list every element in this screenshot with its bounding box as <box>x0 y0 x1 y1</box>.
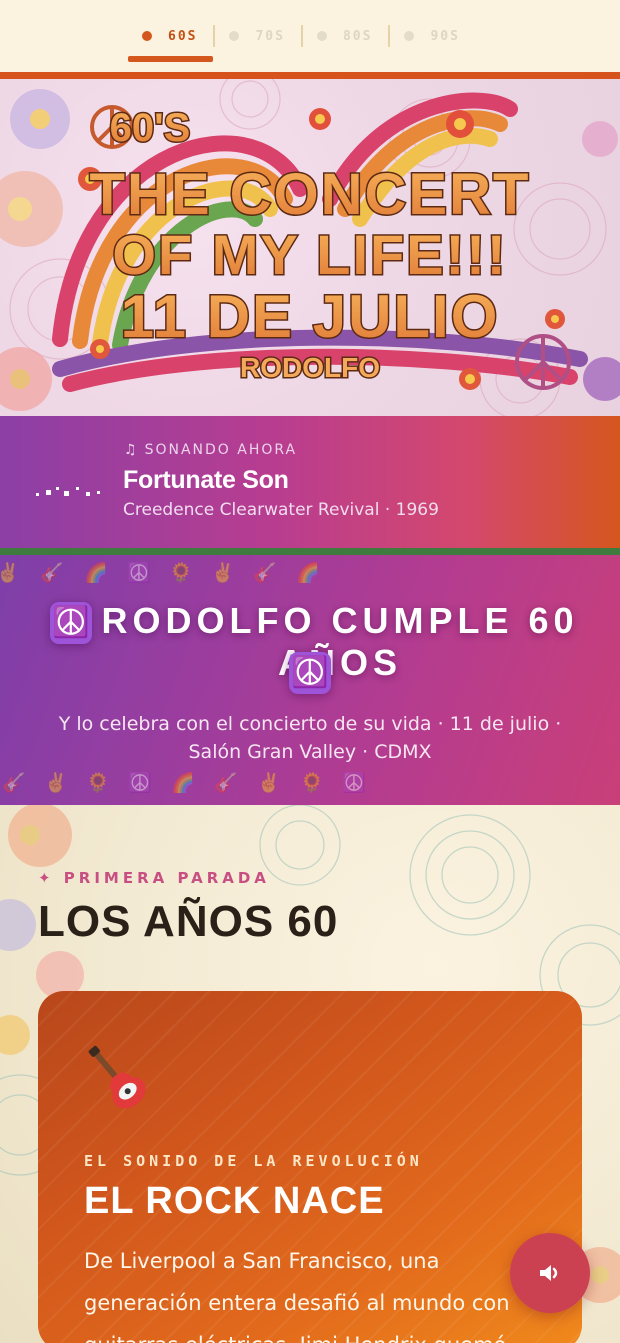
speaker-icon <box>540 1265 558 1281</box>
tab-90s[interactable]: 90S <box>390 24 475 48</box>
rainbow-icon: 🌈 <box>296 562 320 584</box>
dot-icon <box>229 31 240 41</box>
section-title: LOS AÑOS 60 <box>38 897 339 946</box>
active-dot-icon <box>142 31 152 41</box>
card-body-text: De Liverpool a San Francisco, una genera… <box>84 1249 510 1343</box>
hero-artwork: 60'S THE CONCERT OF MY LIFE!!! 11 DE JUL… <box>0 79 620 416</box>
tab-80s[interactable]: 80S <box>303 24 388 48</box>
decade-nav: 60S 70S 80S 90S <box>0 0 620 72</box>
guitar-icon: 🎸 <box>214 772 238 794</box>
subtitle-line-2: Salón Gran Valley · CDMX <box>188 741 432 763</box>
emoji-pattern-top: ✌️ 🎸 🌈 ☮️ 🌻 ✌️ 🎸 🌈 <box>0 561 620 591</box>
dot-icon <box>316 31 327 41</box>
song-title: Fortunate Son <box>123 466 289 494</box>
emoji-pattern-bottom: 🎸 ✌️ 🌻 ☮️ 🌈 🎸 ✌️ 🌻 ☮️ <box>0 771 620 801</box>
guitar-icon: 🎸 <box>40 562 64 584</box>
hero-poster: 60'S THE CONCERT OF MY LIFE!!! 11 DE JUL… <box>0 79 620 416</box>
tab-70s[interactable]: 70S <box>215 24 300 48</box>
birthday-subtitle: Y lo celebra con el concierto de su vida… <box>40 710 580 766</box>
rainbow-icon: 🌈 <box>171 772 195 794</box>
poster-line-life: OF MY LIFE!!! <box>112 223 507 286</box>
tab-label: 90S <box>430 28 460 44</box>
now-playing-label-text: SONANDO AHORA <box>144 442 298 458</box>
card-kicker: EL SONIDO DE LA REVOLUCIÓN <box>84 1152 423 1170</box>
guitar-icon <box>88 1045 146 1109</box>
poster-name: RODOLFO <box>240 352 380 383</box>
sunflower-icon: 🌻 <box>169 562 193 584</box>
sunflower-icon: 🌻 <box>300 772 324 794</box>
section-kicker: ✦ PRIMERA PARADA <box>38 869 270 887</box>
green-divider <box>0 548 620 555</box>
tab-label: 60S <box>168 28 198 44</box>
birthday-title-icon-row: ☮️ <box>0 652 620 694</box>
equalizer-icon <box>36 487 100 496</box>
guitar-icon: 🎸 <box>253 562 277 584</box>
peace-symbol-icon: ☮️ <box>289 652 331 694</box>
card-title: EL ROCK NACE <box>84 1180 385 1222</box>
tab-label: 70S <box>255 28 285 44</box>
sunflower-icon: 🌻 <box>86 772 110 794</box>
now-playing-bar <box>0 416 620 548</box>
peace-hand-icon: ✌️ <box>44 772 68 794</box>
peace-hand-icon: ✌️ <box>257 772 281 794</box>
guitar-icon: 🎸 <box>2 772 26 794</box>
peace-hand-icon: ✌️ <box>211 562 235 584</box>
peace-symbol-icon: ☮️ <box>127 562 151 584</box>
rainbow-icon: 🌈 <box>84 562 108 584</box>
peace-hand-icon: ✌️ <box>0 562 20 584</box>
music-note-icon: ♫ <box>124 442 139 458</box>
peace-symbol-icon: ☮️ <box>342 772 366 794</box>
sound-toggle-button[interactable] <box>510 1233 590 1313</box>
now-playing-label: ♫ SONANDO AHORA <box>124 442 297 458</box>
peace-symbol-icon: ☮️ <box>128 772 152 794</box>
poster-line-60s: 60'S <box>110 106 191 150</box>
poster-line-date: 11 DE JULIO <box>121 283 500 350</box>
tab-60s[interactable]: 60S <box>128 24 214 62</box>
subtitle-line-1: Y lo celebra con el concierto de su vida… <box>58 713 562 735</box>
poster-line-concert: THE CONCERT <box>90 162 531 227</box>
nav-accent-rule <box>0 72 620 79</box>
dot-icon <box>404 31 415 41</box>
tab-label: 80S <box>342 28 373 44</box>
song-artist-year: Creedence Clearwater Revival · 1969 <box>123 500 439 520</box>
